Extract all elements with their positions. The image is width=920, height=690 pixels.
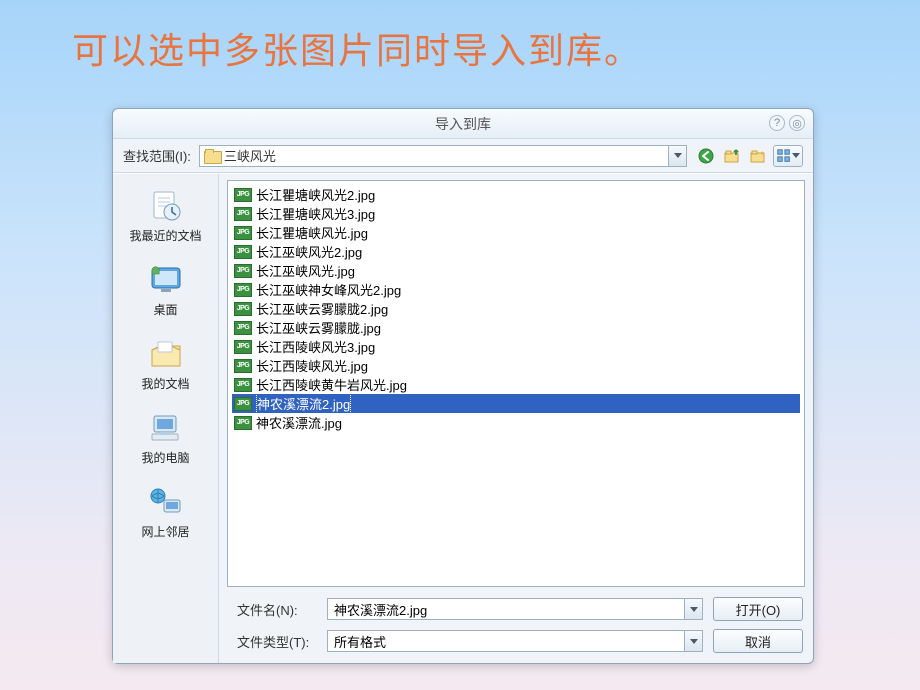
- sidebar-item-network[interactable]: 网上邻居: [121, 480, 211, 544]
- chevron-down-icon: [690, 607, 698, 612]
- sidebar-item-label: 我的文档: [141, 375, 189, 392]
- file-row[interactable]: JPG 长江巫峡风光2.jpg: [232, 242, 800, 261]
- jpg-file-icon: JPG: [234, 397, 252, 411]
- file-row[interactable]: JPG 长江巫峡云雾朦胧.jpg: [232, 318, 800, 337]
- file-name: 长江巫峡风光.jpg: [256, 261, 355, 280]
- jpg-file-icon: JPG: [234, 359, 252, 373]
- file-row[interactable]: JPG 神农溪漂流.jpg: [232, 413, 800, 432]
- sidebar-item-label: 我的电脑: [141, 449, 189, 466]
- recent-docs-icon: [146, 188, 186, 224]
- file-name: 神农溪漂流.jpg: [256, 413, 342, 432]
- chevron-down-icon: [792, 153, 800, 158]
- filetype-value: 所有格式: [334, 632, 386, 651]
- chevron-down-icon: [690, 639, 698, 644]
- file-row[interactable]: JPG 长江西陵峡风光3.jpg: [232, 337, 800, 356]
- sidebar-item-desktop[interactable]: 桌面: [121, 258, 211, 322]
- filename-label: 文件名(N):: [229, 600, 317, 619]
- sidebar-item-mycomputer[interactable]: 我的电脑: [121, 406, 211, 470]
- file-row[interactable]: JPG 长江西陵峡黄牛岩风光.jpg: [232, 375, 800, 394]
- sidebar-item-label: 网上邻居: [141, 523, 189, 540]
- jpg-file-icon: JPG: [234, 340, 252, 354]
- file-name: 长江西陵峡黄牛岩风光.jpg: [256, 375, 407, 394]
- file-name: 长江巫峡云雾朦胧2.jpg: [256, 299, 388, 318]
- jpg-file-icon: JPG: [234, 378, 252, 392]
- help-icon[interactable]: ?: [769, 115, 785, 131]
- dialog-title: 导入到库: [435, 114, 491, 134]
- file-name: 长江瞿塘峡风光.jpg: [256, 223, 368, 242]
- filetype-select[interactable]: 所有格式: [327, 630, 703, 652]
- file-row[interactable]: JPG 长江瞿塘峡风光.jpg: [232, 223, 800, 242]
- import-dialog: 导入到库 ? ◎ 查找范围(I): 三峡风光: [112, 108, 814, 664]
- file-row[interactable]: JPG 长江巫峡神女峰风光2.jpg: [232, 280, 800, 299]
- network-icon: [146, 484, 186, 520]
- file-name: 长江巫峡神女峰风光2.jpg: [256, 280, 401, 299]
- file-name: 神农溪漂流2.jpg: [256, 393, 351, 414]
- jpg-file-icon: JPG: [234, 226, 252, 240]
- file-name: 长江西陵峡风光3.jpg: [256, 337, 375, 356]
- file-name: 长江瞿塘峡风光3.jpg: [256, 204, 375, 223]
- filename-input[interactable]: 神农溪漂流2.jpg: [327, 598, 703, 620]
- jpg-file-icon: JPG: [234, 321, 252, 335]
- file-list[interactable]: JPG 长江瞿塘峡风光2.jpg JPG 长江瞿塘峡风光3.jpg JPG 长江瞿塘峡风光…: [227, 180, 805, 587]
- jpg-file-icon: JPG: [234, 283, 252, 297]
- file-row[interactable]: JPG 神农溪漂流2.jpg: [232, 394, 800, 413]
- nav-back-icon[interactable]: [695, 145, 717, 167]
- file-name: 长江巫峡云雾朦胧.jpg: [256, 318, 381, 337]
- filetype-label: 文件类型(T):: [229, 632, 317, 651]
- jpg-file-icon: JPG: [234, 207, 252, 221]
- filename-dropdown[interactable]: [684, 599, 702, 619]
- open-button[interactable]: 打开(O): [713, 597, 803, 621]
- filename-value: 神农溪漂流2.jpg: [334, 600, 427, 619]
- lookin-bar: 查找范围(I): 三峡风光: [113, 139, 813, 173]
- filetype-dropdown[interactable]: [684, 631, 702, 651]
- dialog-titlebar: 导入到库 ? ◎: [113, 109, 813, 139]
- desktop-icon: [146, 262, 186, 298]
- nav-up-folder-icon[interactable]: [721, 145, 743, 167]
- file-name: 长江巫峡风光2.jpg: [256, 242, 362, 261]
- file-row[interactable]: JPG 长江瞿塘峡风光2.jpg: [232, 185, 800, 204]
- jpg-file-icon: JPG: [234, 188, 252, 202]
- sidebar-item-recent[interactable]: 我最近的文档: [121, 184, 211, 248]
- sidebar-item-label: 桌面: [153, 301, 177, 318]
- file-name: 长江西陵峡风光.jpg: [256, 356, 368, 375]
- chevron-down-icon: [674, 153, 682, 158]
- cancel-button[interactable]: 取消: [713, 629, 803, 653]
- lookin-folder-name: 三峡风光: [224, 146, 276, 165]
- jpg-file-icon: JPG: [234, 264, 252, 278]
- sidebar-item-label: 我最近的文档: [129, 227, 201, 244]
- nav-view-mode-icon[interactable]: [773, 145, 803, 167]
- file-row[interactable]: JPG 长江瞿塘峡风光3.jpg: [232, 204, 800, 223]
- lookin-dropdown[interactable]: [668, 146, 686, 166]
- folder-icon: [204, 149, 220, 162]
- control-icon[interactable]: ◎: [789, 115, 805, 131]
- file-row[interactable]: JPG 长江巫峡风光.jpg: [232, 261, 800, 280]
- lookin-combo[interactable]: 三峡风光: [199, 145, 687, 167]
- instruction-caption: 可以选中多张图片同时导入到库。: [0, 0, 920, 74]
- mycomputer-icon: [146, 410, 186, 446]
- jpg-file-icon: JPG: [234, 245, 252, 259]
- places-sidebar: 我最近的文档 桌面 我的文档 我的电脑: [113, 174, 219, 663]
- lookin-label: 查找范围(I):: [123, 146, 191, 165]
- jpg-file-icon: JPG: [234, 302, 252, 316]
- file-row[interactable]: JPG 长江巫峡云雾朦胧2.jpg: [232, 299, 800, 318]
- file-name: 长江瞿塘峡风光2.jpg: [256, 185, 375, 204]
- sidebar-item-mydocs[interactable]: 我的文档: [121, 332, 211, 396]
- mydocs-icon: [146, 336, 186, 372]
- file-row[interactable]: JPG 长江西陵峡风光.jpg: [232, 356, 800, 375]
- jpg-file-icon: JPG: [234, 416, 252, 430]
- nav-new-folder-icon[interactable]: [747, 145, 769, 167]
